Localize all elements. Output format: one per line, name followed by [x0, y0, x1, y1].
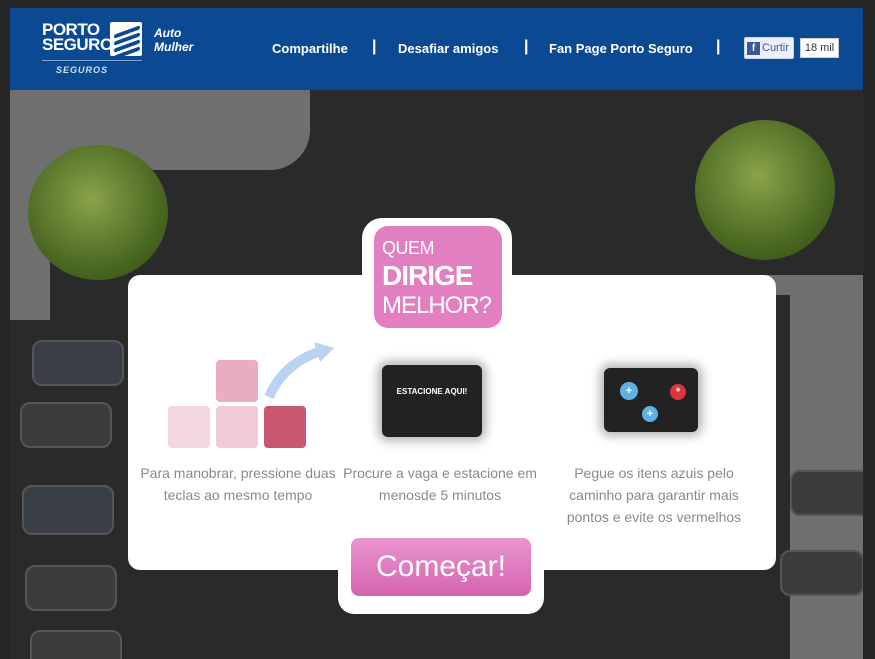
tree-icon — [695, 120, 835, 260]
step-text-parking: Procure a vaga e estacione em menosde 5 … — [343, 465, 537, 503]
turn-arrow-icon — [264, 342, 334, 400]
facebook-like-widget: f Curtir 18 mil — [744, 37, 840, 59]
items-icon: + + * — [604, 368, 698, 432]
porto-seguro-logo-icon — [110, 22, 142, 56]
start-button[interactable]: Começar! — [351, 538, 531, 596]
title-badge: QUEM DIRIGE MELHOR? — [374, 226, 502, 328]
tree-icon — [28, 145, 168, 280]
nav-separator: | — [716, 38, 721, 55]
product-name: Auto Mulher — [154, 26, 193, 54]
brand-text: PORTO SEGURO — [42, 21, 113, 54]
arrow-down-key-icon — [216, 406, 258, 448]
logo-divider — [42, 60, 142, 61]
step-text-items: Pegue os itens azuis pelo caminho para g… — [566, 465, 742, 525]
brand-line2: SEGURO — [42, 35, 113, 54]
like-label: Curtir — [762, 42, 789, 54]
step-text-maneuver: Para manobrar, pressione duas teclas ao … — [140, 465, 336, 503]
nav-compartilhe[interactable]: Compartilhe — [272, 41, 348, 56]
parked-car-icon — [20, 402, 112, 448]
badge-line2: DIRIGE — [382, 260, 473, 291]
facebook-icon: f — [747, 41, 760, 55]
arrow-left-key-icon — [168, 406, 210, 448]
product-line1: Auto — [154, 26, 182, 40]
blue-item-icon: + — [642, 406, 658, 422]
parked-car-icon — [780, 550, 863, 596]
arrow-right-key-icon — [264, 406, 306, 448]
badge-line3: MELHOR? — [382, 292, 492, 319]
app-frame: PORTO SEGURO SEGUROS Auto Mulher Compart… — [0, 0, 875, 659]
arrow-up-key-icon — [216, 360, 258, 402]
arrow-keys-icon — [168, 342, 334, 455]
sidewalk — [790, 275, 863, 659]
facebook-like-button[interactable]: f Curtir — [744, 37, 794, 59]
parking-sign-icon: ESTACIONE AQUI! — [382, 365, 482, 437]
red-item-icon: * — [670, 384, 686, 400]
like-count: 18 mil — [799, 38, 840, 58]
sign-label: ESTACIONE AQUI! — [396, 387, 468, 396]
parked-car-icon — [32, 340, 124, 386]
blue-item-icon: + — [620, 382, 638, 400]
nav-fan-page[interactable]: Fan Page Porto Seguro — [549, 41, 693, 56]
nav-separator: | — [372, 38, 377, 55]
badge-line1: QUEM — [382, 238, 435, 258]
porto-seguro-logo[interactable]: PORTO SEGURO SEGUROS — [42, 21, 152, 82]
parked-car-icon — [25, 565, 117, 611]
parked-car-icon — [30, 630, 122, 659]
header-bar: PORTO SEGURO SEGUROS Auto Mulher Compart… — [10, 8, 863, 91]
nav-separator: | — [524, 38, 529, 55]
nav-desafiar-amigos[interactable]: Desafiar amigos — [398, 41, 498, 56]
parked-car-icon — [790, 470, 863, 516]
parked-car-icon — [22, 485, 114, 535]
product-line2: Mulher — [154, 40, 194, 54]
brand-sub: SEGUROS — [56, 65, 109, 75]
